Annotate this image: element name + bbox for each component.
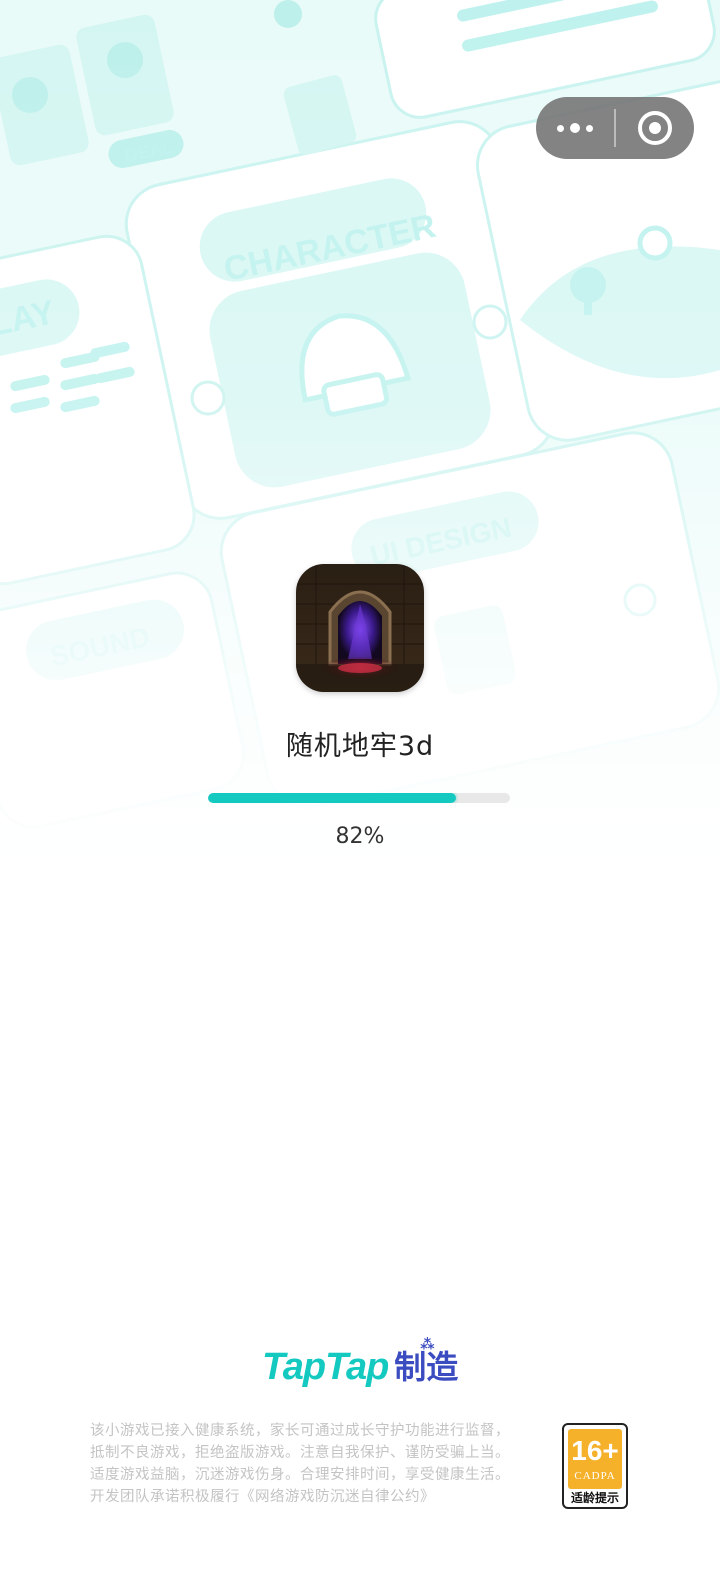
age-rating-org: CADPA [574,1470,616,1482]
game-title: 随机地牢3d [285,731,435,762]
brand-made: ⁂ 制造 [394,1338,459,1390]
loading-progress-fill [208,793,456,803]
loading-progress-text: 82% [335,824,385,849]
dungeon-portal-icon [296,564,424,692]
game-icon [296,564,424,692]
age-rating-number: 16+ [571,1435,619,1466]
taptap-made-logo: TapTap ⁂ 制造 [262,1338,459,1390]
brand-made-label: 制造 [394,1348,459,1386]
close-button[interactable] [616,97,694,159]
miniprogram-capsule [536,97,694,159]
notice-line: 抵制不良游戏，拒绝盗版游戏。注意自我保护、谨防受骗上当。 [90,1445,510,1461]
notice-line: 开发团队承诺积极履行《网络游戏防沉迷自律公约》 [90,1489,435,1505]
age-rating-top: 16+ CADPA [568,1429,622,1489]
age-rating-badge[interactable]: 16+ CADPA 适龄提示 [562,1423,628,1509]
target-close-icon [638,111,672,145]
loading-progress-bar [208,793,510,803]
age-rating-label: 适龄提示 [570,1491,619,1505]
health-notice: 该小游戏已接入健康系统，家长可通过成长守护功能进行监督， 抵制不良游戏，拒绝盗版… [90,1420,540,1508]
notice-line: 适度游戏益脑，沉迷游戏伤身。合理安排时间，享受健康生活。 [90,1467,510,1483]
more-button[interactable] [536,97,614,159]
more-dots-icon [557,123,593,133]
notice-line: 该小游戏已接入健康系统，家长可通过成长守护功能进行监督， [90,1423,510,1439]
brand-taptap: TapTap [262,1346,389,1388]
sparkle-icon: ⁂ [420,1337,435,1353]
